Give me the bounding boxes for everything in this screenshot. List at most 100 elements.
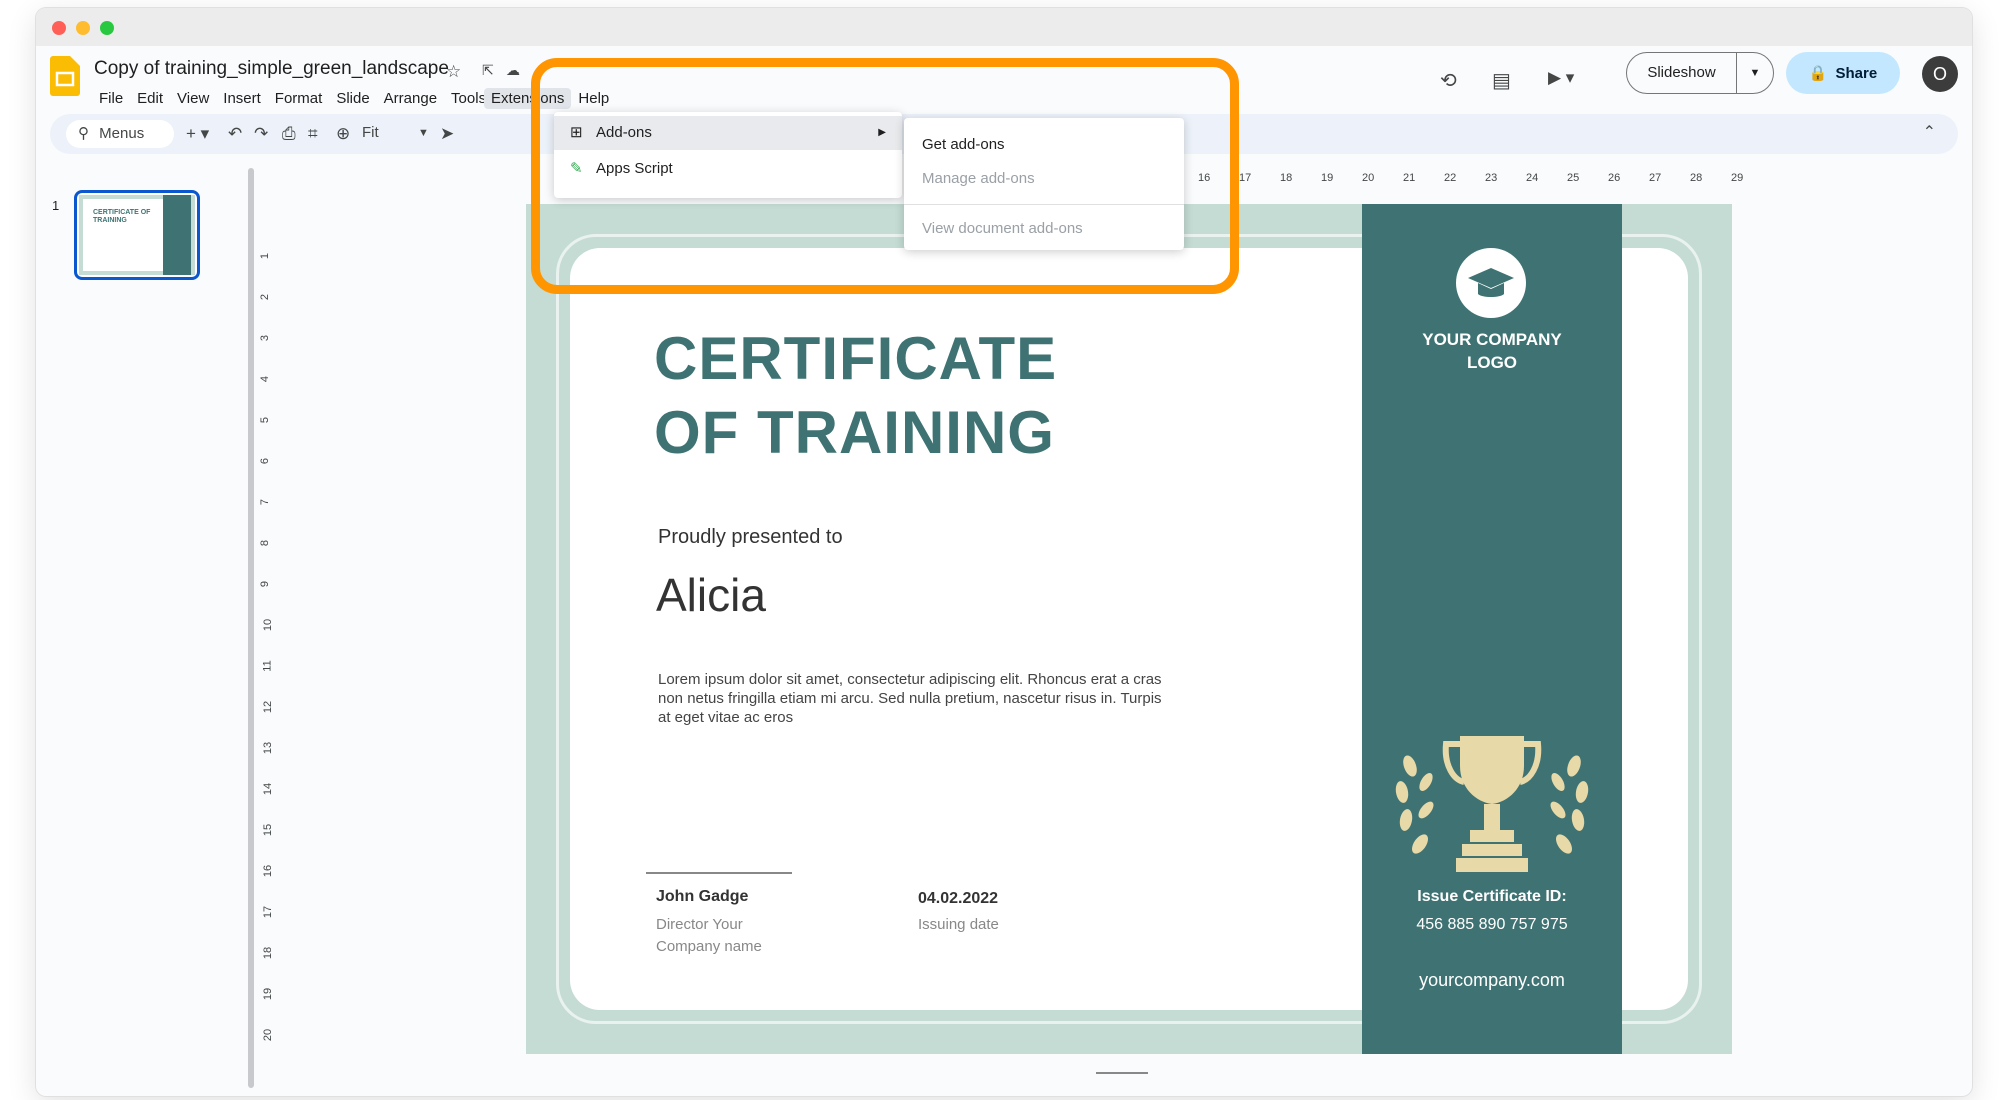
new-slide-icon[interactable]: + ▾: [186, 124, 209, 144]
ruler-tick: 24: [1526, 172, 1539, 184]
signer-name[interactable]: John Gadge: [656, 888, 748, 906]
document-title[interactable]: Copy of training_simple_green_landscape: [94, 58, 449, 80]
ruler-tick: 9: [259, 580, 272, 588]
ruler-tick: 22: [1444, 172, 1457, 184]
share-button[interactable]: 🔒 Share: [1786, 52, 1900, 94]
presented-text[interactable]: Proudly presented to: [658, 526, 843, 549]
ruler-tick: 21: [1403, 172, 1416, 184]
title-bar: [36, 8, 1972, 46]
menu-tools[interactable]: Tools: [444, 88, 484, 109]
slides-logo-icon[interactable]: [50, 56, 80, 96]
menu-arrange[interactable]: Arrange: [377, 88, 444, 109]
company-logo-text[interactable]: YOUR COMPANY LOGO: [1362, 328, 1622, 374]
ruler-tick: 16: [262, 864, 275, 878]
lock-icon: 🔒: [1808, 65, 1828, 82]
ruler-tick: 11: [261, 660, 274, 672]
ruler-tick: 8: [259, 539, 272, 547]
version-history-icon[interactable]: ⟲: [1440, 68, 1457, 93]
zoom-select[interactable]: Fit: [362, 124, 379, 141]
slide-canvas[interactable]: CERTIFICATE OF TRAINING Proudly presente…: [526, 204, 1732, 1054]
ruler-tick: 15: [262, 823, 275, 837]
meet-icon[interactable]: ▶ ▾: [1548, 68, 1574, 88]
app-window: Copy of training_simple_green_landscape …: [36, 8, 1972, 1096]
logo-line2: LOGO: [1466, 353, 1518, 372]
move-icon[interactable]: ⇱: [482, 62, 494, 79]
zoom-dropdown-icon[interactable]: ▼: [418, 127, 429, 139]
undo-icon[interactable]: ↶: [228, 124, 242, 144]
certificate-title-line2: OF TRAINING: [654, 399, 1055, 466]
signature-line: [646, 872, 792, 874]
ruler-tick: 13: [262, 741, 275, 755]
comments-icon[interactable]: ▤: [1492, 68, 1511, 93]
certificate-id[interactable]: 456 885 890 757 975: [1362, 916, 1622, 934]
certificate-id-label[interactable]: Issue Certificate ID:: [1362, 888, 1622, 906]
slideshow-button[interactable]: Slideshow ▼: [1626, 52, 1774, 94]
logo-line1: YOUR COMPANY: [1422, 330, 1562, 349]
star-icon[interactable]: ☆: [446, 62, 461, 82]
menu-view[interactable]: View: [170, 88, 216, 109]
paint-format-icon[interactable]: ⌗: [308, 124, 318, 144]
slide-thumbnail[interactable]: CERTIFICATE OF TRAINING: [74, 190, 200, 280]
certificate-title-line1: CERTIFICATE: [654, 325, 1058, 392]
redo-icon[interactable]: ↷: [254, 124, 268, 144]
select-tool-icon[interactable]: ➤: [440, 124, 454, 144]
vertical-ruler[interactable]: 1 2 3 4 5 6 7 8 9 10 11 12 13 14 15 16 1…: [254, 204, 284, 1084]
filmstrip: 1 CERTIFICATE OF TRAINING: [36, 164, 252, 1096]
ruler-tick: 23: [1485, 172, 1498, 184]
ruler-tick: 18: [262, 946, 275, 960]
body-text[interactable]: Lorem ipsum dolor sit amet, consectetur …: [658, 670, 1178, 727]
zoom-icon[interactable]: ⊕: [336, 124, 350, 144]
ruler-tick: 19: [1321, 172, 1334, 184]
ruler-tick: 10: [262, 618, 275, 632]
menu-file[interactable]: File: [92, 88, 130, 109]
ruler-tick: 12: [262, 700, 275, 714]
ruler-tick: 28: [1690, 172, 1703, 184]
print-icon[interactable]: ⎙: [282, 124, 296, 144]
ruler-tick: 18: [1280, 172, 1293, 184]
thumbnail-preview: CERTIFICATE OF TRAINING: [79, 195, 195, 275]
annotation-highlight-box: [531, 58, 1239, 294]
ruler-tick: 3: [259, 334, 272, 342]
close-window-button[interactable]: [52, 21, 66, 35]
recipient-name[interactable]: Alicia: [656, 568, 766, 622]
company-website[interactable]: yourcompany.com: [1362, 970, 1622, 991]
side-band: YOUR COMPANY LOGO Issue Certificate ID: …: [1362, 204, 1622, 1054]
cloud-status-icon[interactable]: ☁: [506, 62, 520, 79]
ruler-tick: 14: [262, 782, 275, 796]
avatar[interactable]: O: [1922, 56, 1958, 92]
menus-search-button[interactable]: ⚲ Menus: [66, 120, 174, 148]
ruler-tick: 17: [1239, 172, 1252, 184]
menu-format[interactable]: Format: [268, 88, 330, 109]
collapse-toolbar-icon[interactable]: ⌃: [1923, 122, 1936, 142]
ruler-tick: 1: [259, 252, 272, 260]
slide-number: 1: [52, 198, 60, 213]
menu-slide[interactable]: Slide: [329, 88, 376, 109]
thumbnail-body: CERTIFICATE OF TRAINING: [83, 199, 163, 271]
signer-role[interactable]: Director Your Company name: [656, 914, 806, 958]
ruler-tick: 5: [259, 416, 272, 424]
thumbnail-title: CERTIFICATE OF TRAINING: [93, 209, 151, 224]
slideshow-dropdown-icon[interactable]: ▼: [1737, 67, 1773, 79]
speaker-notes-handle[interactable]: [1096, 1072, 1148, 1074]
company-logo-circle[interactable]: [1456, 248, 1526, 318]
ruler-tick: 27: [1649, 172, 1662, 184]
ruler-tick: 25: [1567, 172, 1580, 184]
ruler-tick: 19: [262, 987, 275, 1001]
ruler-tick: 7: [259, 498, 272, 506]
minimize-window-button[interactable]: [76, 21, 90, 35]
menu-edit[interactable]: Edit: [130, 88, 170, 109]
share-label: Share: [1835, 64, 1878, 82]
zoom-window-button[interactable]: [100, 21, 114, 35]
graduation-cap-icon: [1468, 268, 1514, 297]
ruler-tick: 17: [262, 905, 275, 919]
ruler-tick: 26: [1608, 172, 1621, 184]
issue-date[interactable]: 04.02.2022: [918, 890, 998, 908]
thumbnail-band: [163, 195, 191, 275]
search-icon: ⚲: [78, 125, 89, 142]
issue-date-label[interactable]: Issuing date: [918, 916, 999, 933]
slideshow-label[interactable]: Slideshow: [1627, 53, 1737, 93]
trophy-laurel-icon[interactable]: [1390, 726, 1594, 876]
certificate-title[interactable]: CERTIFICATE OF TRAINING: [654, 322, 1057, 470]
ruler-tick: 2: [259, 293, 272, 301]
menu-insert[interactable]: Insert: [216, 88, 268, 109]
